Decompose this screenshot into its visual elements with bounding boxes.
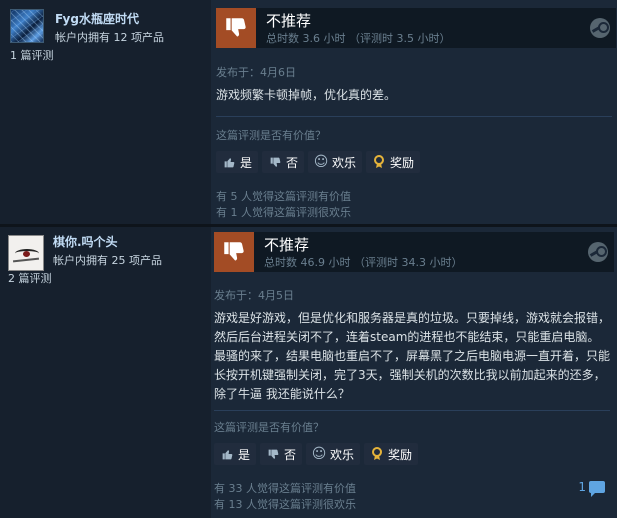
comments-link[interactable]: 1 bbox=[578, 480, 605, 497]
vote-yes-label: 是 bbox=[238, 447, 251, 462]
review-count[interactable]: 1 篇评测 bbox=[10, 47, 54, 63]
steam-icon bbox=[588, 242, 608, 262]
playtime-hours: 总时数 3.6 小时 （评测时 3.5 小时） bbox=[266, 32, 451, 45]
award-icon bbox=[370, 447, 384, 461]
vote-funny-label: 欢乐 bbox=[332, 155, 357, 170]
thumbs-down-icon bbox=[214, 232, 254, 272]
review-card: Fyg水瓶座时代 帐户内拥有 12 项产品 1 篇评测 不推荐 总时数 3.6 … bbox=[0, 0, 617, 227]
review-header[interactable]: 不推荐 总时数 46.9 小时 （评测时 34.3 小时） bbox=[214, 232, 614, 272]
author-name[interactable]: Fyg水瓶座时代 bbox=[55, 10, 139, 27]
vote-funny-label: 欢乐 bbox=[330, 447, 355, 462]
verdict-title: 不推荐 bbox=[264, 236, 310, 254]
divider bbox=[216, 116, 612, 117]
helpful-question: 这篇评测是否有价值？ bbox=[216, 129, 326, 142]
posted-date: 发布于：4月6日 bbox=[216, 66, 296, 79]
vote-no-button[interactable]: 否 bbox=[260, 443, 303, 465]
vote-funny-button[interactable]: ☺ 欢乐 bbox=[306, 443, 361, 465]
vote-yes-button[interactable]: 是 bbox=[214, 443, 257, 465]
thumbs-down-icon bbox=[266, 447, 280, 461]
review-content: 不推荐 总时数 46.9 小时 （评测时 34.3 小时） 发布于：4月5日 游… bbox=[211, 227, 617, 518]
review-body: 游戏是好游戏，但是优化和服务器是真的垃圾。只要掉线，游戏就会报错，然后后台进程关… bbox=[214, 311, 611, 401]
thumbs-down-icon bbox=[268, 155, 282, 169]
vote-no-button[interactable]: 否 bbox=[262, 151, 305, 173]
author-name[interactable]: 棋你.吗个头 bbox=[53, 233, 118, 250]
award-button[interactable]: 奖励 bbox=[366, 151, 421, 173]
helpful-count: 有 5 人觉得这篇评测有价值 bbox=[216, 190, 351, 203]
products-owned[interactable]: 帐户内拥有 12 项产品 bbox=[55, 29, 164, 45]
helpful-count: 有 33 人觉得这篇评测有价值 bbox=[214, 482, 356, 495]
smile-icon: ☺ bbox=[313, 154, 329, 170]
award-label: 奖励 bbox=[388, 447, 413, 462]
vote-buttons: 是 否 ☺ 欢乐 奖励 bbox=[216, 151, 421, 173]
posted-date: 发布于：4月5日 bbox=[214, 289, 294, 302]
thumbs-up-icon bbox=[220, 447, 234, 461]
funny-count: 有 1 人觉得这篇评测很欢乐 bbox=[216, 206, 351, 219]
vote-funny-button[interactable]: ☺ 欢乐 bbox=[308, 151, 363, 173]
smile-icon: ☺ bbox=[311, 446, 327, 462]
vote-yes-button[interactable]: 是 bbox=[216, 151, 259, 173]
products-owned[interactable]: 帐户内拥有 25 项产品 bbox=[53, 252, 162, 268]
divider bbox=[214, 410, 610, 411]
vote-no-label: 否 bbox=[284, 447, 297, 462]
award-button[interactable]: 奖励 bbox=[364, 443, 419, 465]
thumbs-up-icon bbox=[222, 155, 236, 169]
vote-no-label: 否 bbox=[286, 155, 299, 170]
review-card: 棋你.吗个头 帐户内拥有 25 项产品 2 篇评测 不推荐 总时数 46.9 小… bbox=[0, 227, 617, 518]
review-author-panel: 棋你.吗个头 帐户内拥有 25 项产品 2 篇评测 bbox=[0, 227, 205, 518]
review-content: 不推荐 总时数 3.6 小时 （评测时 3.5 小时） 发布于：4月6日 游戏频… bbox=[211, 0, 617, 224]
verdict-title: 不推荐 bbox=[266, 12, 312, 30]
award-icon bbox=[372, 155, 386, 169]
funny-count: 有 13 人觉得这篇评测很欢乐 bbox=[214, 498, 356, 511]
comment-icon bbox=[589, 481, 605, 497]
comment-count: 1 bbox=[578, 480, 586, 494]
steam-icon bbox=[590, 18, 610, 38]
vote-yes-label: 是 bbox=[240, 155, 253, 170]
review-header[interactable]: 不推荐 总时数 3.6 小时 （评测时 3.5 小时） bbox=[216, 8, 616, 48]
playtime-hours: 总时数 46.9 小时 （评测时 34.3 小时） bbox=[264, 256, 463, 269]
avatar[interactable] bbox=[8, 235, 44, 271]
vote-buttons: 是 否 ☺ 欢乐 奖励 bbox=[214, 443, 419, 465]
thumbs-down-icon bbox=[216, 8, 256, 48]
avatar[interactable] bbox=[10, 9, 44, 43]
review-count[interactable]: 2 篇评测 bbox=[8, 270, 52, 286]
helpful-question: 这篇评测是否有价值？ bbox=[214, 421, 324, 434]
review-author-panel: Fyg水瓶座时代 帐户内拥有 12 项产品 1 篇评测 bbox=[0, 0, 205, 224]
review-body: 游戏频繁卡顿掉帧，优化真的差。 bbox=[216, 88, 397, 102]
award-label: 奖励 bbox=[390, 155, 415, 170]
